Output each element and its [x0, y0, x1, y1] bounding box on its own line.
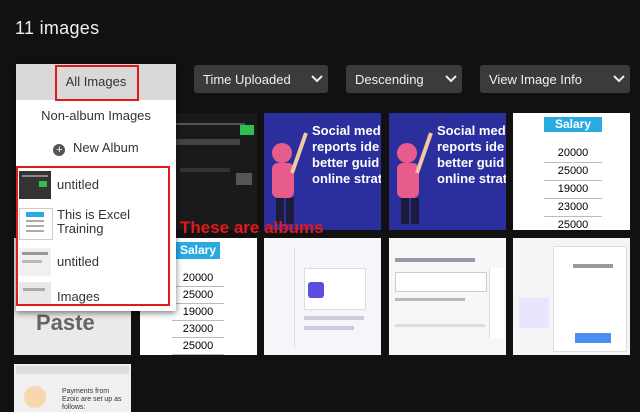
new-album-option[interactable]: + New Album [16, 138, 176, 158]
new-album-label: New Album [72, 140, 139, 155]
chevron-down-icon [306, 75, 328, 83]
image-thumbnail[interactable] [389, 238, 506, 355]
salary-cell: 25000 [544, 217, 602, 230]
salary-cell: 25000 [172, 338, 224, 355]
order-select[interactable]: Descending [346, 65, 462, 93]
salary-cell: 23000 [544, 199, 602, 217]
chevron-down-icon [440, 75, 462, 83]
thumbnail-text: online strat [312, 171, 381, 186]
albums-highlight [16, 166, 170, 306]
salary-cell: 19000 [544, 181, 602, 199]
image-thumbnail[interactable]: Salary 20000 25000 19000 23000 25000 [513, 113, 630, 230]
salary-header: Salary [544, 117, 602, 132]
salary-cell: 19000 [172, 304, 224, 321]
thumbnail-text: Paste [36, 310, 95, 335]
thumbnail-text: better guid [437, 155, 505, 170]
salary-cell: 20000 [544, 145, 602, 163]
plus-circle-icon: + [53, 144, 66, 156]
salary-cell: 25000 [172, 287, 224, 304]
annotation-text: These are albums [180, 218, 324, 237]
thumbnail-text: Social medi [312, 123, 381, 138]
thumbnail-text: better guid [312, 155, 380, 170]
view-info-label: View Image Info [489, 71, 582, 87]
salary-cell: 23000 [172, 321, 224, 338]
salary-header: Salary [176, 242, 220, 259]
thumbnail-text: reports ide [312, 139, 380, 154]
image-thumbnail[interactable]: Payments from Ezoic are set up as follow… [14, 364, 131, 412]
salary-cell: 25000 [544, 163, 602, 181]
non-album-images-option[interactable]: Non-album Images [16, 106, 176, 126]
image-thumbnail[interactable] [264, 238, 381, 355]
all-images-highlight [55, 65, 139, 101]
sort-by-select[interactable]: Time Uploaded [194, 65, 328, 93]
chevron-down-icon [608, 75, 630, 83]
image-thumbnail[interactable] [513, 238, 630, 355]
thumbnail-text: reports ide [437, 139, 505, 154]
thumbnail-text: online strat [437, 171, 506, 186]
thumbnail-text: Payments from Ezoic are set up as follow… [62, 388, 122, 411]
thumbnail-text: Social medi [437, 123, 506, 138]
image-thumbnail[interactable]: Social medi reports ide better guid onli… [389, 113, 506, 230]
order-label: Descending [355, 71, 424, 87]
view-image-info-select[interactable]: View Image Info [480, 65, 630, 93]
sort-by-label: Time Uploaded [203, 71, 291, 87]
salary-cell: 20000 [172, 270, 224, 287]
page-title: 11 images [15, 18, 100, 38]
image-thumbnail[interactable]: Social medi reports ide better guid onli… [264, 113, 381, 230]
